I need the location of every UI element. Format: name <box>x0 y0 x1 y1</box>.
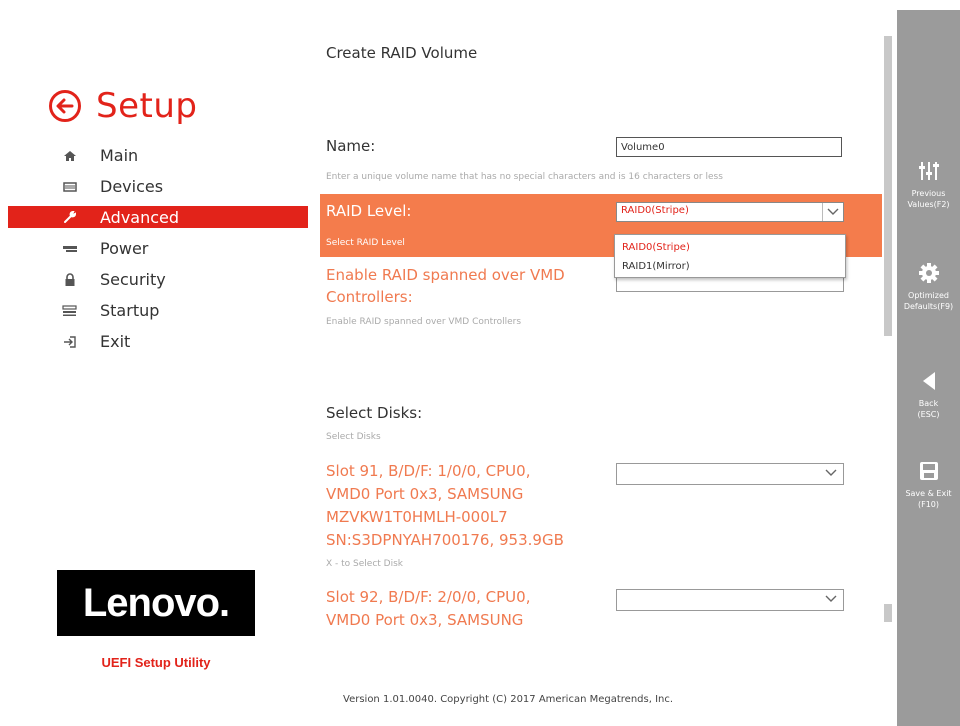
sidebar-item-main[interactable]: Main <box>8 140 308 171</box>
gear-icon <box>918 263 939 283</box>
disk1-label: Slot 91, B/D/F: 1/0/0, CPU0, VMD0 Port 0… <box>326 460 564 552</box>
action-label: Defaults(F9) <box>903 302 954 311</box>
devices-icon <box>60 179 80 195</box>
select-disks-label: Select Disks: <box>326 404 423 422</box>
disk1-label-line: SN:S3DPNYAH700176, 953.9GB <box>326 531 564 549</box>
back-arrow-icon <box>922 372 935 390</box>
sidebar-item-label: Main <box>100 146 139 165</box>
wrench-icon <box>60 209 80 225</box>
action-label: (F10) <box>917 500 940 509</box>
scrollbar-bottom[interactable] <box>884 604 892 622</box>
save-icon <box>919 462 938 480</box>
action-label: Previous <box>911 189 946 198</box>
raid-level-value: RAID0(Stripe) <box>621 205 689 216</box>
sidebar-item-advanced[interactable]: Advanced <box>8 206 308 228</box>
vmd-label-line: Controllers: <box>326 288 413 306</box>
scrollbar-thumb[interactable] <box>884 36 892 336</box>
setup-header: Setup <box>48 86 197 126</box>
action-label: Save & Exit <box>905 489 952 498</box>
name-label: Name: <box>326 137 376 155</box>
dropdown-option-raid1[interactable]: RAID1(Mirror) <box>615 257 845 276</box>
disk1-label-line: MZVKW1T0HMLH-000L7 <box>326 508 508 526</box>
version-text: Version 1.01.0040. Copyright (C) 2017 Am… <box>343 694 674 705</box>
action-label: Back <box>918 399 939 408</box>
name-input[interactable] <box>616 137 842 157</box>
power-icon <box>60 241 80 257</box>
chevron-down-icon[interactable] <box>825 593 837 605</box>
logo-subtitle: UEFI Setup Utility <box>101 655 211 670</box>
sidebar-item-label: Advanced <box>100 207 180 227</box>
lock-icon <box>60 272 80 288</box>
vmd-label: Enable RAID spanned over VMD Controllers… <box>326 264 565 308</box>
sidebar-item-label: Exit <box>100 332 131 351</box>
startup-icon <box>60 303 80 319</box>
save-exit-button[interactable]: Save & Exit (F10) <box>897 460 960 510</box>
disk2-label-line: Slot 92, B/D/F: 2/0/0, CPU0, <box>326 588 531 606</box>
raid-level-dropdown: RAID0(Stripe) RAID1(Mirror) <box>614 234 846 278</box>
disk2-label: Slot 92, B/D/F: 2/0/0, CPU0, VMD0 Port 0… <box>326 586 530 632</box>
sidebar-nav: Main Devices Advanced Power Security Sta… <box>8 140 308 357</box>
disk2-select[interactable] <box>616 589 844 611</box>
setup-title: Setup <box>96 86 198 126</box>
sidebar-item-power[interactable]: Power <box>8 233 308 264</box>
sidebar-item-label: Devices <box>100 177 164 196</box>
raid-level-label: RAID Level: <box>326 202 412 220</box>
sidebar-item-label: Startup <box>100 301 160 320</box>
disk1-select[interactable] <box>616 463 844 485</box>
action-label: (ESC) <box>917 410 940 419</box>
dropdown-option-raid0[interactable]: RAID0(Stripe) <box>615 238 845 257</box>
action-label: Optimized <box>908 291 949 300</box>
sidebar-item-startup[interactable]: Startup <box>8 295 308 326</box>
home-icon <box>60 148 80 164</box>
name-help-text: Enter a unique volume name that has no s… <box>326 172 723 182</box>
sidebar-item-devices[interactable]: Devices <box>8 171 308 202</box>
select-disks-help: Select Disks <box>326 432 381 442</box>
vmd-label-line: Enable RAID spanned over VMD <box>326 266 565 284</box>
disk1-label-line: Slot 91, B/D/F: 1/0/0, CPU0, <box>326 462 531 480</box>
raid-level-help: Select RAID Level <box>326 238 405 248</box>
sidebar-item-exit[interactable]: Exit <box>8 326 308 357</box>
sidebar-item-label: Power <box>100 239 149 258</box>
chevron-down-icon[interactable] <box>822 203 843 221</box>
exit-icon <box>60 334 80 350</box>
sidebar-item-security[interactable]: Security <box>8 264 308 295</box>
page-title: Create RAID Volume <box>326 44 478 62</box>
sidebar-item-label: Security <box>100 270 166 289</box>
back-circle-icon[interactable] <box>48 89 82 123</box>
vmd-help-text: Enable RAID spanned over VMD Controllers <box>326 317 522 327</box>
sliders-icon <box>918 162 939 180</box>
raid-level-select[interactable]: RAID0(Stripe) <box>616 202 844 222</box>
chevron-down-icon[interactable] <box>825 467 837 479</box>
optimized-defaults-button[interactable]: Optimized Defaults(F9) <box>897 262 960 312</box>
disk1-help-text: X - to Select Disk <box>326 559 403 569</box>
disk2-label-line: VMD0 Port 0x3, SAMSUNG <box>326 611 524 629</box>
previous-values-button[interactable]: Previous Values(F2) <box>897 160 960 210</box>
action-label: Values(F2) <box>907 200 950 209</box>
disk1-label-line: VMD0 Port 0x3, SAMSUNG <box>326 485 524 503</box>
back-button[interactable]: Back (ESC) <box>897 370 960 420</box>
action-bar: Previous Values(F2) Optimized Defaults(F… <box>897 10 960 726</box>
lenovo-logo: Lenovo. <box>57 570 255 636</box>
